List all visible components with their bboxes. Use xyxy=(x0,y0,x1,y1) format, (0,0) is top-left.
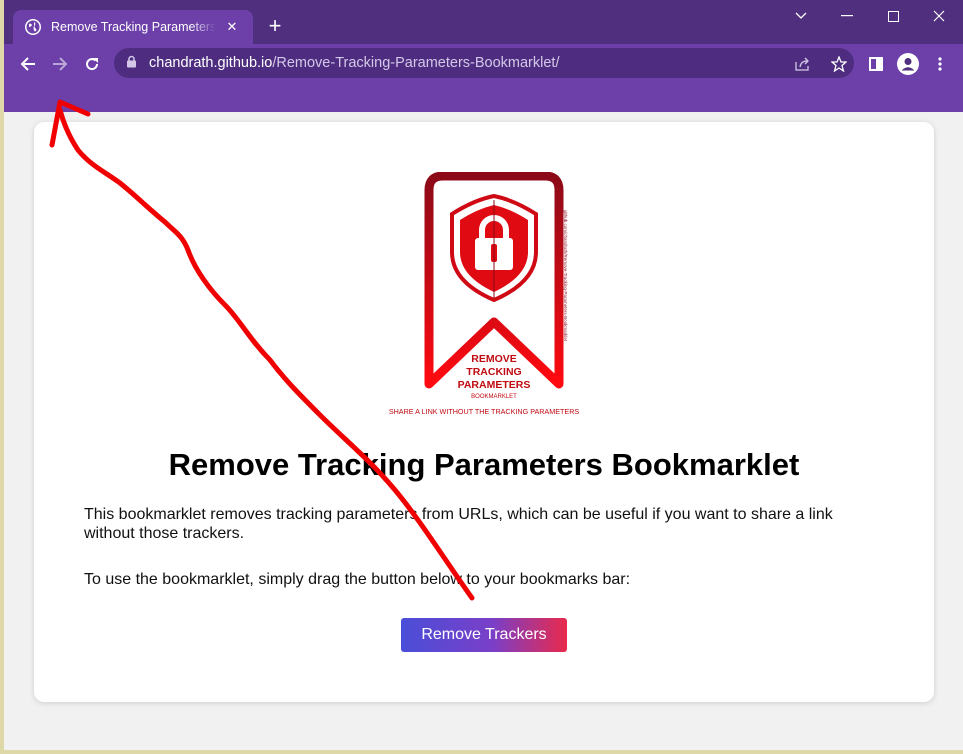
page-viewport: github.com/chandrath/Remove-Tracking-Par… xyxy=(4,112,963,750)
instruction-paragraph: To use the bookmarklet, simply drag the … xyxy=(84,571,631,588)
logo-text-bookmarklet: BOOKMARKLET xyxy=(471,394,517,400)
browser-tab[interactable]: Remove Tracking Parameters Bookmarklet ✕ xyxy=(13,10,253,44)
logo-text-parameters: PARAMETERS xyxy=(458,379,531,391)
star-bookmark-icon[interactable] xyxy=(830,55,848,73)
remove-trackers-button[interactable]: Remove Trackers xyxy=(401,618,567,652)
share-icon[interactable] xyxy=(794,55,812,73)
bookmarklet-logo: github.com/chandrath/Remove-Tracking-Par… xyxy=(389,172,580,416)
content-card: github.com/chandrath/Remove-Tracking-Par… xyxy=(34,122,934,702)
tab-close-icon[interactable]: ✕ xyxy=(223,19,241,35)
menu-kebab-icon[interactable] xyxy=(926,50,954,78)
logo-text-tracking: TRACKING xyxy=(466,366,521,378)
lock-icon[interactable] xyxy=(126,55,137,72)
globe-icon xyxy=(25,19,41,35)
forward-arrow-icon[interactable] xyxy=(46,50,74,78)
close-window-icon[interactable] xyxy=(916,0,962,32)
browser-window: Remove Tracking Parameters Bookmarklet ✕… xyxy=(4,0,963,750)
tab-title: Remove Tracking Parameters Bookmarklet xyxy=(51,20,216,34)
new-tab-button[interactable]: + xyxy=(262,14,288,40)
side-panel-icon[interactable] xyxy=(862,50,890,78)
logo-tagline: SHARE A LINK WITHOUT THE TRACKING PARAME… xyxy=(389,407,580,416)
logo-text-remove: REMOVE xyxy=(471,353,517,365)
maximize-icon[interactable] xyxy=(870,0,916,32)
minimize-icon[interactable] xyxy=(824,0,870,32)
title-bar: Remove Tracking Parameters Bookmarklet ✕… xyxy=(4,0,963,44)
minimize-icon-chevron[interactable] xyxy=(778,0,824,32)
page-title: Remove Tracking Parameters Bookmarklet xyxy=(168,447,800,482)
description-paragraph: This bookmarklet removes tracking parame… xyxy=(84,506,833,542)
reload-icon[interactable] xyxy=(78,50,106,78)
browser-toolbar: chandrath.github.io/Remove-Tracking-Para… xyxy=(4,44,963,112)
profile-avatar-icon[interactable] xyxy=(894,50,922,78)
url-path: /Remove-Tracking-Parameters-Bookmarklet/ xyxy=(272,55,560,71)
url-domain: chandrath.github.io xyxy=(149,55,273,71)
address-bar[interactable]: chandrath.github.io/Remove-Tracking-Para… xyxy=(114,48,854,78)
back-arrow-icon[interactable] xyxy=(14,50,42,78)
logo-side-text: github.com/chandrath/Remove-Tracking-Par… xyxy=(563,210,568,342)
